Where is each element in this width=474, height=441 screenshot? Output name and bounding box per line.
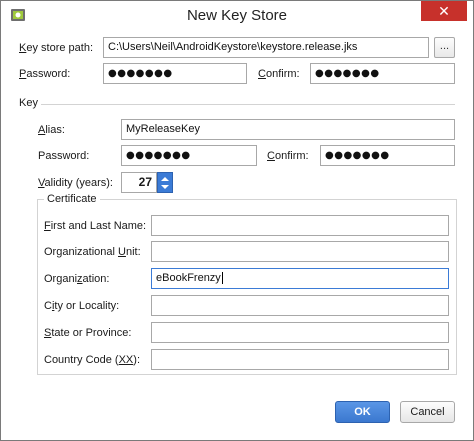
state-label: State or Province:	[44, 327, 132, 339]
validity-input[interactable]: 27	[121, 172, 157, 193]
key-store-path-input[interactable]: C:\Users\Neil\AndroidKeystore\keystore.r…	[103, 37, 429, 58]
city-label: City or Locality:	[44, 300, 120, 312]
key-group-divider	[41, 104, 455, 105]
spin-up-icon[interactable]	[161, 177, 169, 181]
keystore-confirm-input[interactable]: ●●●●●●●	[310, 63, 455, 84]
certificate-group-label: Certificate	[44, 193, 100, 205]
spin-down-icon[interactable]	[161, 185, 169, 189]
organization-value: eBookFrenzy	[156, 272, 221, 284]
title-bar: New Key Store ✕	[1, 1, 473, 29]
text-caret	[221, 272, 223, 285]
close-icon: ✕	[438, 3, 450, 19]
close-button[interactable]: ✕	[421, 1, 467, 21]
organization-label: Organization:	[44, 273, 110, 285]
alias-label: Alias:	[38, 124, 65, 136]
keystore-password-label: Password:	[19, 68, 71, 80]
key-password-input[interactable]: ●●●●●●●	[121, 145, 257, 166]
keystore-password-input[interactable]: ●●●●●●●	[103, 63, 247, 84]
country-code-label: Country Code (XX):	[44, 354, 141, 366]
first-last-name-label: First and Last Name:	[44, 220, 147, 232]
ok-button[interactable]: OK	[335, 401, 390, 423]
validity-label: Validity (years):	[38, 177, 113, 189]
key-confirm-label: Confirm:	[267, 150, 309, 162]
first-last-name-input[interactable]	[151, 215, 449, 236]
keystore-confirm-label: Confirm:	[258, 68, 300, 80]
org-unit-input[interactable]	[151, 241, 449, 262]
key-password-label: Password:	[38, 150, 90, 162]
window-title: New Key Store	[186, 7, 288, 24]
city-input[interactable]	[151, 295, 449, 316]
key-confirm-input[interactable]: ●●●●●●●	[320, 145, 455, 166]
new-key-store-dialog: New Key Store ✕ Key store path: C:\Users…	[0, 0, 474, 441]
country-code-input[interactable]	[151, 349, 449, 370]
alias-input[interactable]: MyReleaseKey	[121, 119, 455, 140]
organization-input[interactable]: eBookFrenzy	[151, 268, 449, 289]
state-input[interactable]	[151, 322, 449, 343]
org-unit-label: Organizational Unit:	[44, 246, 141, 258]
validity-spinner[interactable]	[157, 172, 173, 193]
key-store-path-label: Key store path:	[19, 42, 93, 54]
cancel-button[interactable]: Cancel	[400, 401, 455, 423]
key-group-label: Key	[19, 97, 38, 109]
browse-button[interactable]: ...	[434, 37, 455, 58]
